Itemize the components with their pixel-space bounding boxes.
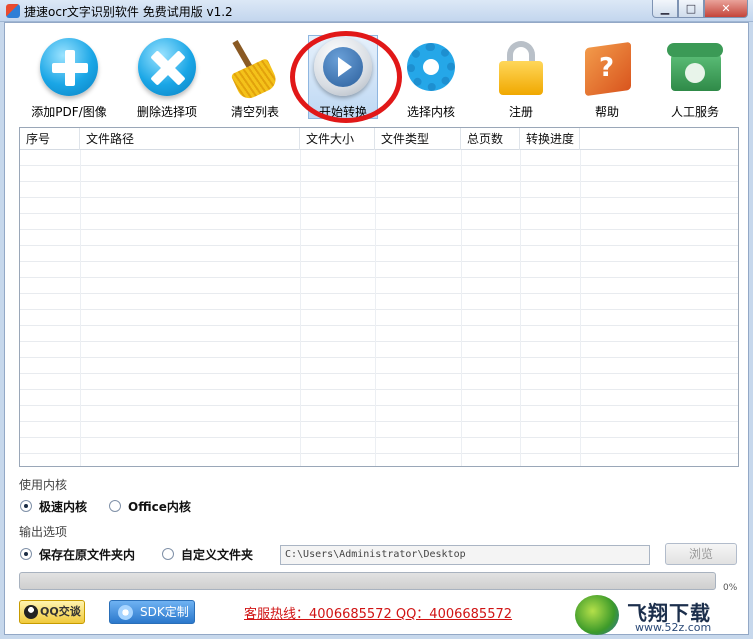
close-button[interactable]: ✕ xyxy=(704,0,748,18)
plus-icon xyxy=(39,37,99,97)
clear-list-label: 清空列表 xyxy=(230,105,279,119)
broom-icon xyxy=(225,37,285,103)
progress-percent: 0% xyxy=(723,583,738,593)
output-section-title: 输出选项 xyxy=(19,525,68,539)
engine-section-title: 使用内核 xyxy=(19,478,68,492)
column-page-count[interactable]: 总页数 xyxy=(461,128,520,150)
lock-icon xyxy=(491,37,551,97)
minimize-button[interactable]: ▁ xyxy=(652,0,678,18)
column-divider xyxy=(461,150,462,466)
window-controls: ▁ □ ✕ xyxy=(652,0,748,19)
qq-chat-label: QQ交谈 xyxy=(40,605,81,618)
sdk-custom-button[interactable]: SDK定制 xyxy=(109,600,195,624)
clear-list-button[interactable]: 清空列表 xyxy=(213,31,297,121)
fast-engine-radio[interactable] xyxy=(20,500,32,512)
column-file-type[interactable]: 文件类型 xyxy=(375,128,461,150)
qq-icon xyxy=(24,605,38,619)
human-service-button[interactable]: 人工服务 xyxy=(653,31,737,121)
qq-chat-button[interactable]: QQ交谈 xyxy=(19,600,85,624)
gear-icon xyxy=(401,37,461,97)
column-divider xyxy=(300,150,301,466)
register-label: 注册 xyxy=(508,105,533,119)
watermark-logo: 飞翔下载 www.52z.com xyxy=(575,595,745,635)
save-original-folder-radio[interactable] xyxy=(20,548,32,560)
output-path-input[interactable]: C:\Users\Administrator\Desktop xyxy=(280,545,650,565)
main-window: 添加PDF/图像 删除选择项 清空列表 开始转换 选择内核 注册 ? 帮助 人工… xyxy=(4,22,749,635)
column-divider xyxy=(520,150,521,466)
office-engine-radio[interactable] xyxy=(109,500,121,512)
table-rows xyxy=(20,150,738,466)
app-logo-icon xyxy=(6,4,20,18)
custom-folder-label[interactable]: 自定义文件夹 xyxy=(181,546,253,563)
title-bar: 捷速ocr文字识别软件 免费试用版 v1.2 ▁ □ ✕ xyxy=(0,0,753,22)
window-title: 捷速ocr文字识别软件 免费试用版 v1.2 xyxy=(24,5,233,19)
leaf-logo-icon xyxy=(575,595,619,635)
delete-icon xyxy=(137,37,197,97)
fast-engine-label[interactable]: 极速内核 xyxy=(39,498,87,515)
column-divider xyxy=(80,150,81,466)
file-list-table[interactable]: 序号 文件路径 文件大小 文件类型 总页数 转换进度 xyxy=(19,127,739,467)
column-progress[interactable]: 转换进度 xyxy=(520,128,580,150)
phone-icon xyxy=(665,37,725,97)
add-pdf-image-label: 添加PDF/图像 xyxy=(31,105,107,119)
maximize-button[interactable]: □ xyxy=(678,0,704,18)
column-file-path[interactable]: 文件路径 xyxy=(80,128,300,150)
annotation-circle xyxy=(290,31,402,123)
help-button[interactable]: ? 帮助 xyxy=(565,31,649,121)
browse-button[interactable]: 浏览 xyxy=(665,543,737,565)
add-pdf-image-button[interactable]: 添加PDF/图像 xyxy=(23,31,115,121)
help-book-icon: ? xyxy=(577,37,637,97)
custom-folder-radio[interactable] xyxy=(162,548,174,560)
human-service-label: 人工服务 xyxy=(670,105,719,119)
service-hotline-link[interactable]: 客服热线：4006685572 QQ：4006685572 xyxy=(244,603,512,622)
table-header: 序号 文件路径 文件大小 文件类型 总页数 转换进度 xyxy=(20,128,738,150)
column-index[interactable]: 序号 xyxy=(20,128,80,150)
office-engine-label[interactable]: Office内核 xyxy=(128,498,191,515)
delete-selected-button[interactable]: 删除选择项 xyxy=(121,31,213,121)
sdk-custom-label: SDK定制 xyxy=(140,605,189,619)
save-original-folder-label[interactable]: 保存在原文件夹内 xyxy=(39,546,135,563)
column-divider xyxy=(375,150,376,466)
watermark-url: www.52z.com xyxy=(635,621,712,634)
select-engine-label: 选择内核 xyxy=(406,105,455,119)
register-button[interactable]: 注册 xyxy=(479,31,563,121)
toolbar: 添加PDF/图像 删除选择项 清空列表 开始转换 选择内核 注册 ? 帮助 人工… xyxy=(5,23,748,123)
column-divider xyxy=(580,150,581,466)
delete-selected-label: 删除选择项 xyxy=(136,105,197,119)
help-label: 帮助 xyxy=(594,105,619,119)
conversion-progress-bar xyxy=(19,572,716,590)
sdk-icon xyxy=(118,605,133,620)
column-file-size[interactable]: 文件大小 xyxy=(300,128,375,150)
